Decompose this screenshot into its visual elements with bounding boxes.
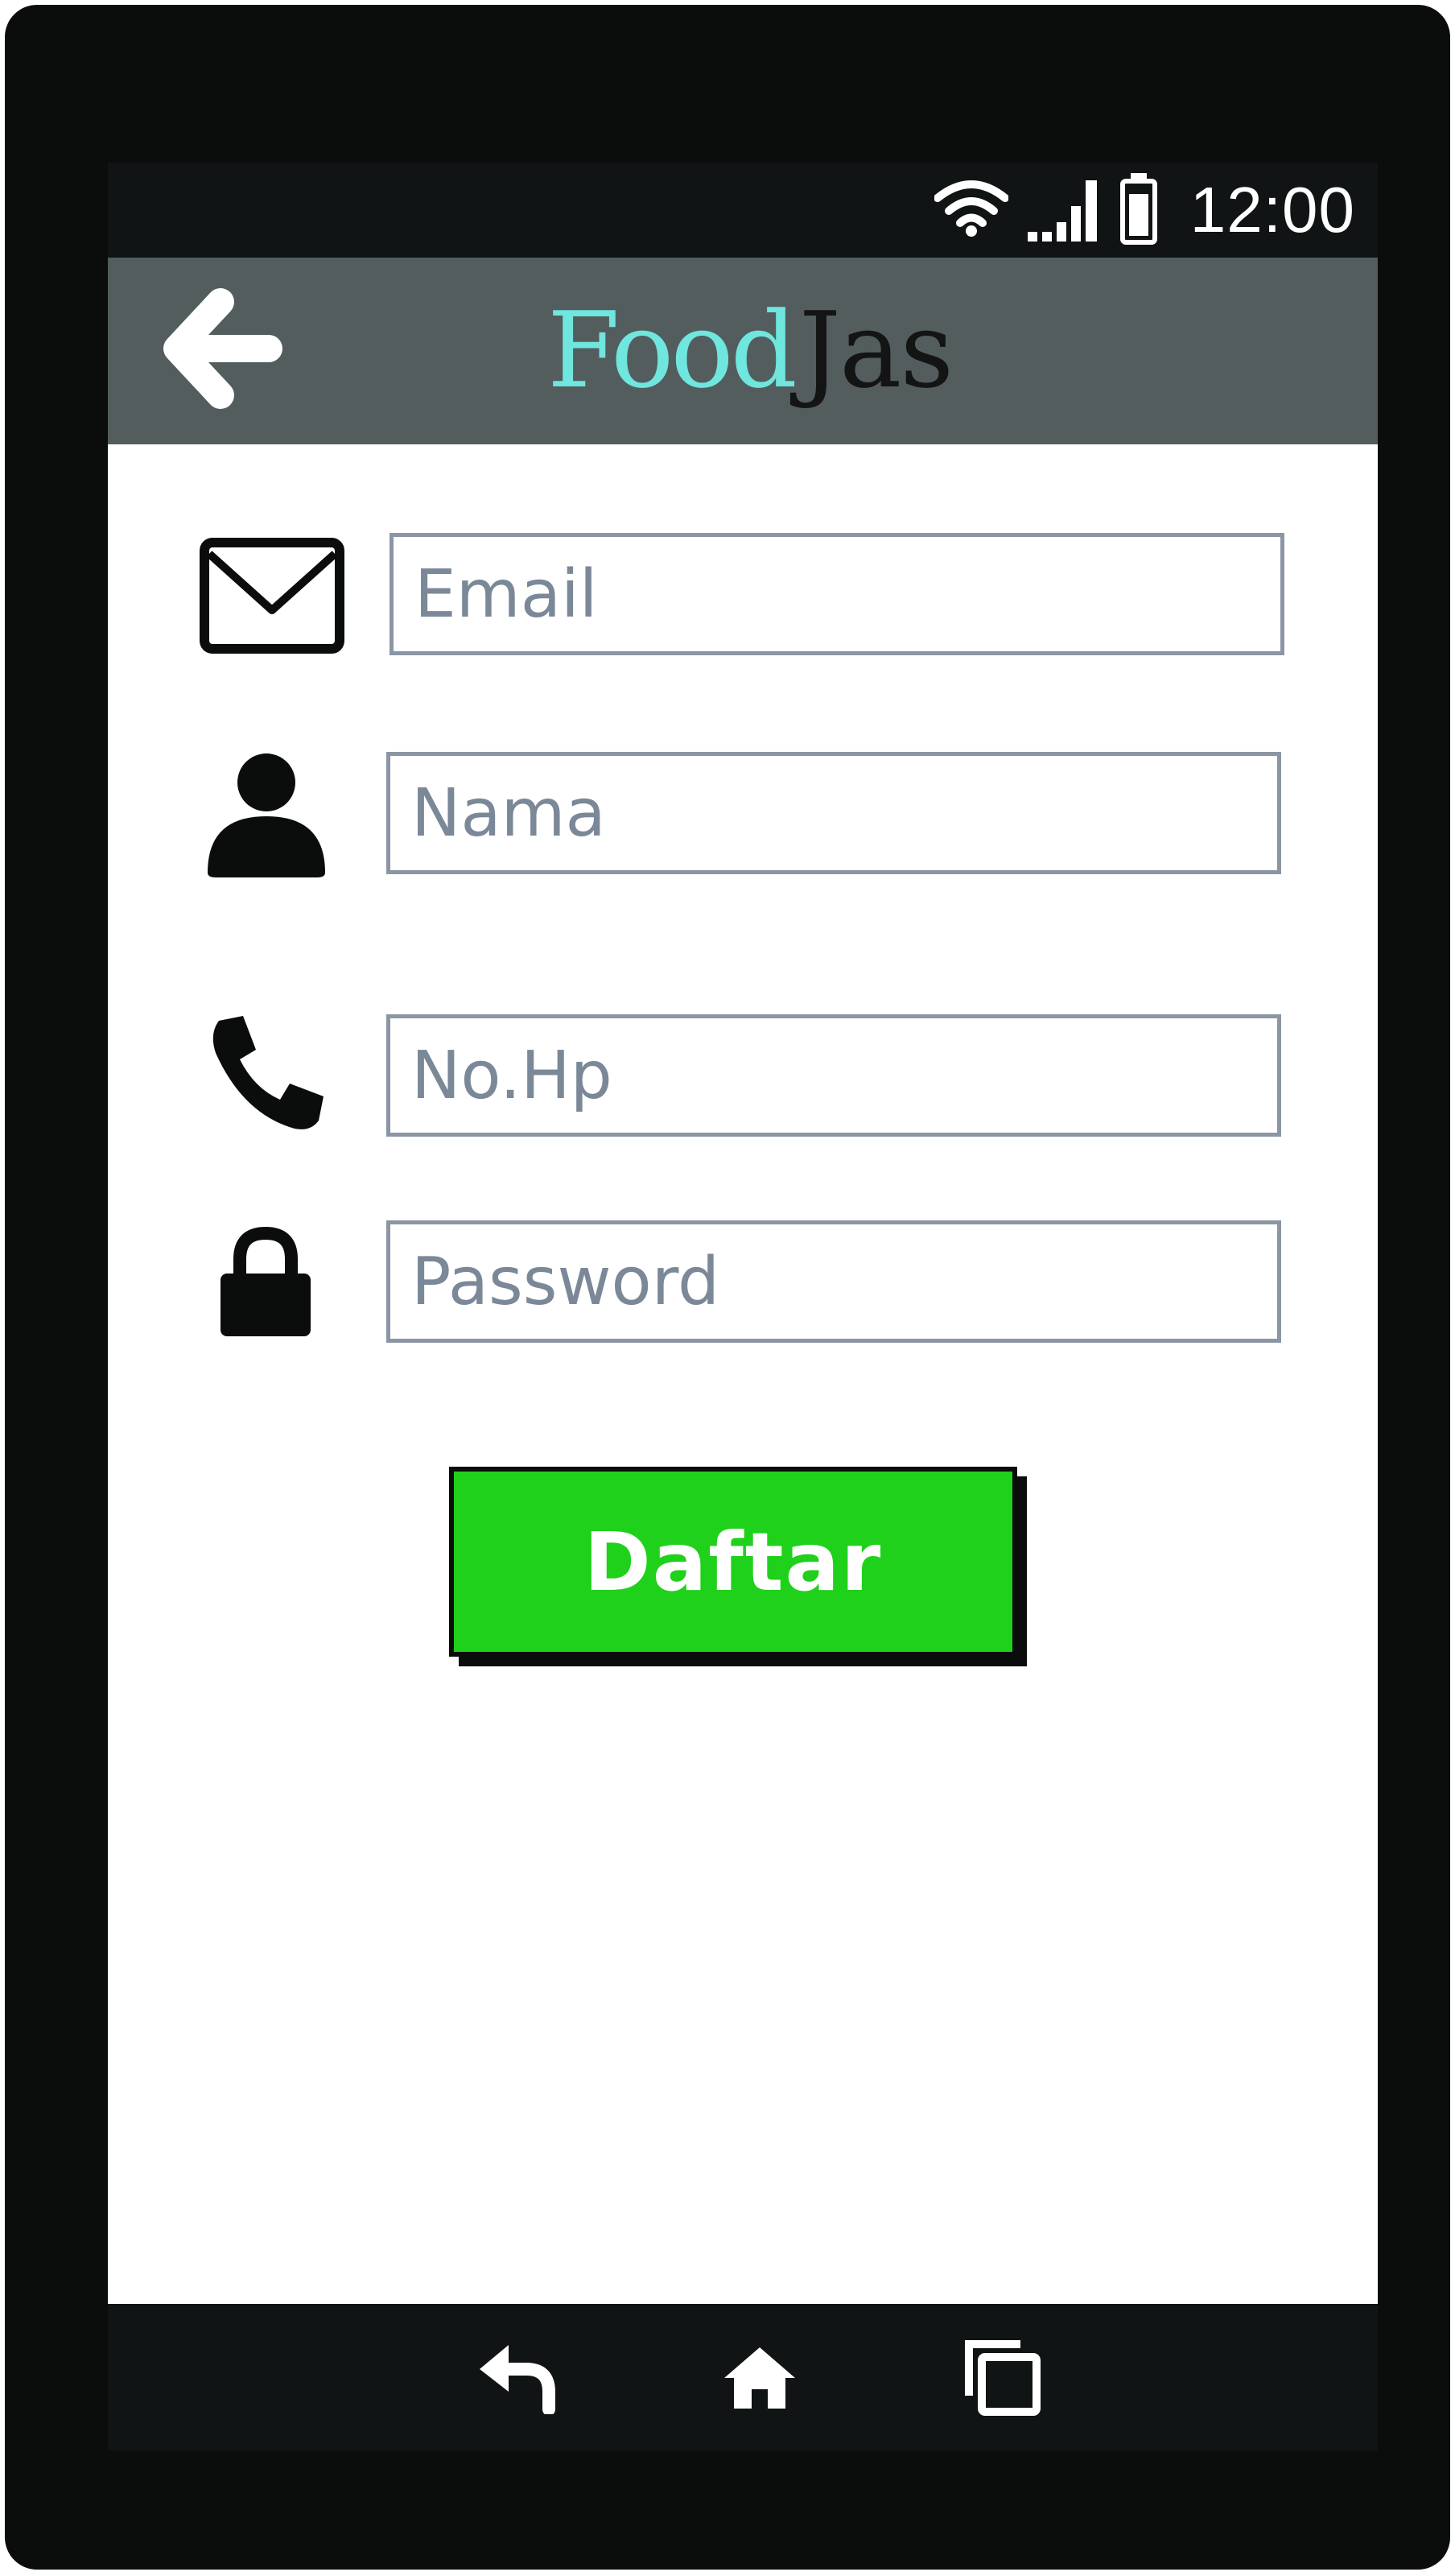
navigation-bar: [108, 2304, 1378, 2450]
home-icon: [723, 2346, 797, 2414]
name-row: [108, 752, 1378, 881]
phone-row: [108, 1014, 1378, 1143]
screen: 12:00 Food Jas Email Nama No.Hp Daftar: [108, 163, 1378, 2450]
lock-icon: [217, 1225, 314, 1338]
phone-input[interactable]: [410, 1036, 1277, 1115]
back-button[interactable]: [156, 282, 285, 419]
logo-food: Food: [547, 289, 798, 411]
phone-field[interactable]: [386, 1014, 1281, 1137]
recent-apps-icon: [962, 2338, 1043, 2422]
nav-back-button[interactable]: [468, 2331, 565, 2428]
nav-recent-apps-button[interactable]: [954, 2331, 1051, 2428]
email-field[interactable]: [390, 533, 1284, 655]
user-icon: [206, 752, 327, 877]
app-logo: Food Jas: [547, 289, 954, 411]
email-input[interactable]: [413, 555, 1280, 634]
daftar-label: Daftar: [583, 1514, 883, 1609]
arrow-left-icon: [156, 284, 285, 417]
signal-icon: [1026, 174, 1102, 247]
password-field[interactable]: [386, 1220, 1281, 1343]
status-icons: 12:00: [933, 163, 1355, 258]
password-row: [108, 1220, 1378, 1349]
phone-icon: [208, 1014, 325, 1132]
phone-frame: 12:00 Food Jas Email Nama No.Hp Daftar: [5, 5, 1450, 2570]
status-time: 12:00: [1189, 174, 1355, 246]
name-input[interactable]: [410, 774, 1277, 852]
status-bar: 12:00: [108, 163, 1378, 258]
nav-home-button[interactable]: [711, 2331, 808, 2428]
name-field[interactable]: [386, 752, 1281, 874]
daftar-button[interactable]: Daftar: [449, 1467, 1017, 1657]
envelope-icon: [198, 536, 346, 655]
app-bar: Food Jas: [108, 258, 1378, 444]
wifi-icon: [933, 180, 1009, 241]
back-nav-icon: [476, 2342, 557, 2418]
email-row: [108, 533, 1378, 662]
password-input[interactable]: [410, 1242, 1277, 1321]
battery-icon: [1119, 171, 1158, 250]
logo-jas: Jas: [798, 289, 954, 411]
